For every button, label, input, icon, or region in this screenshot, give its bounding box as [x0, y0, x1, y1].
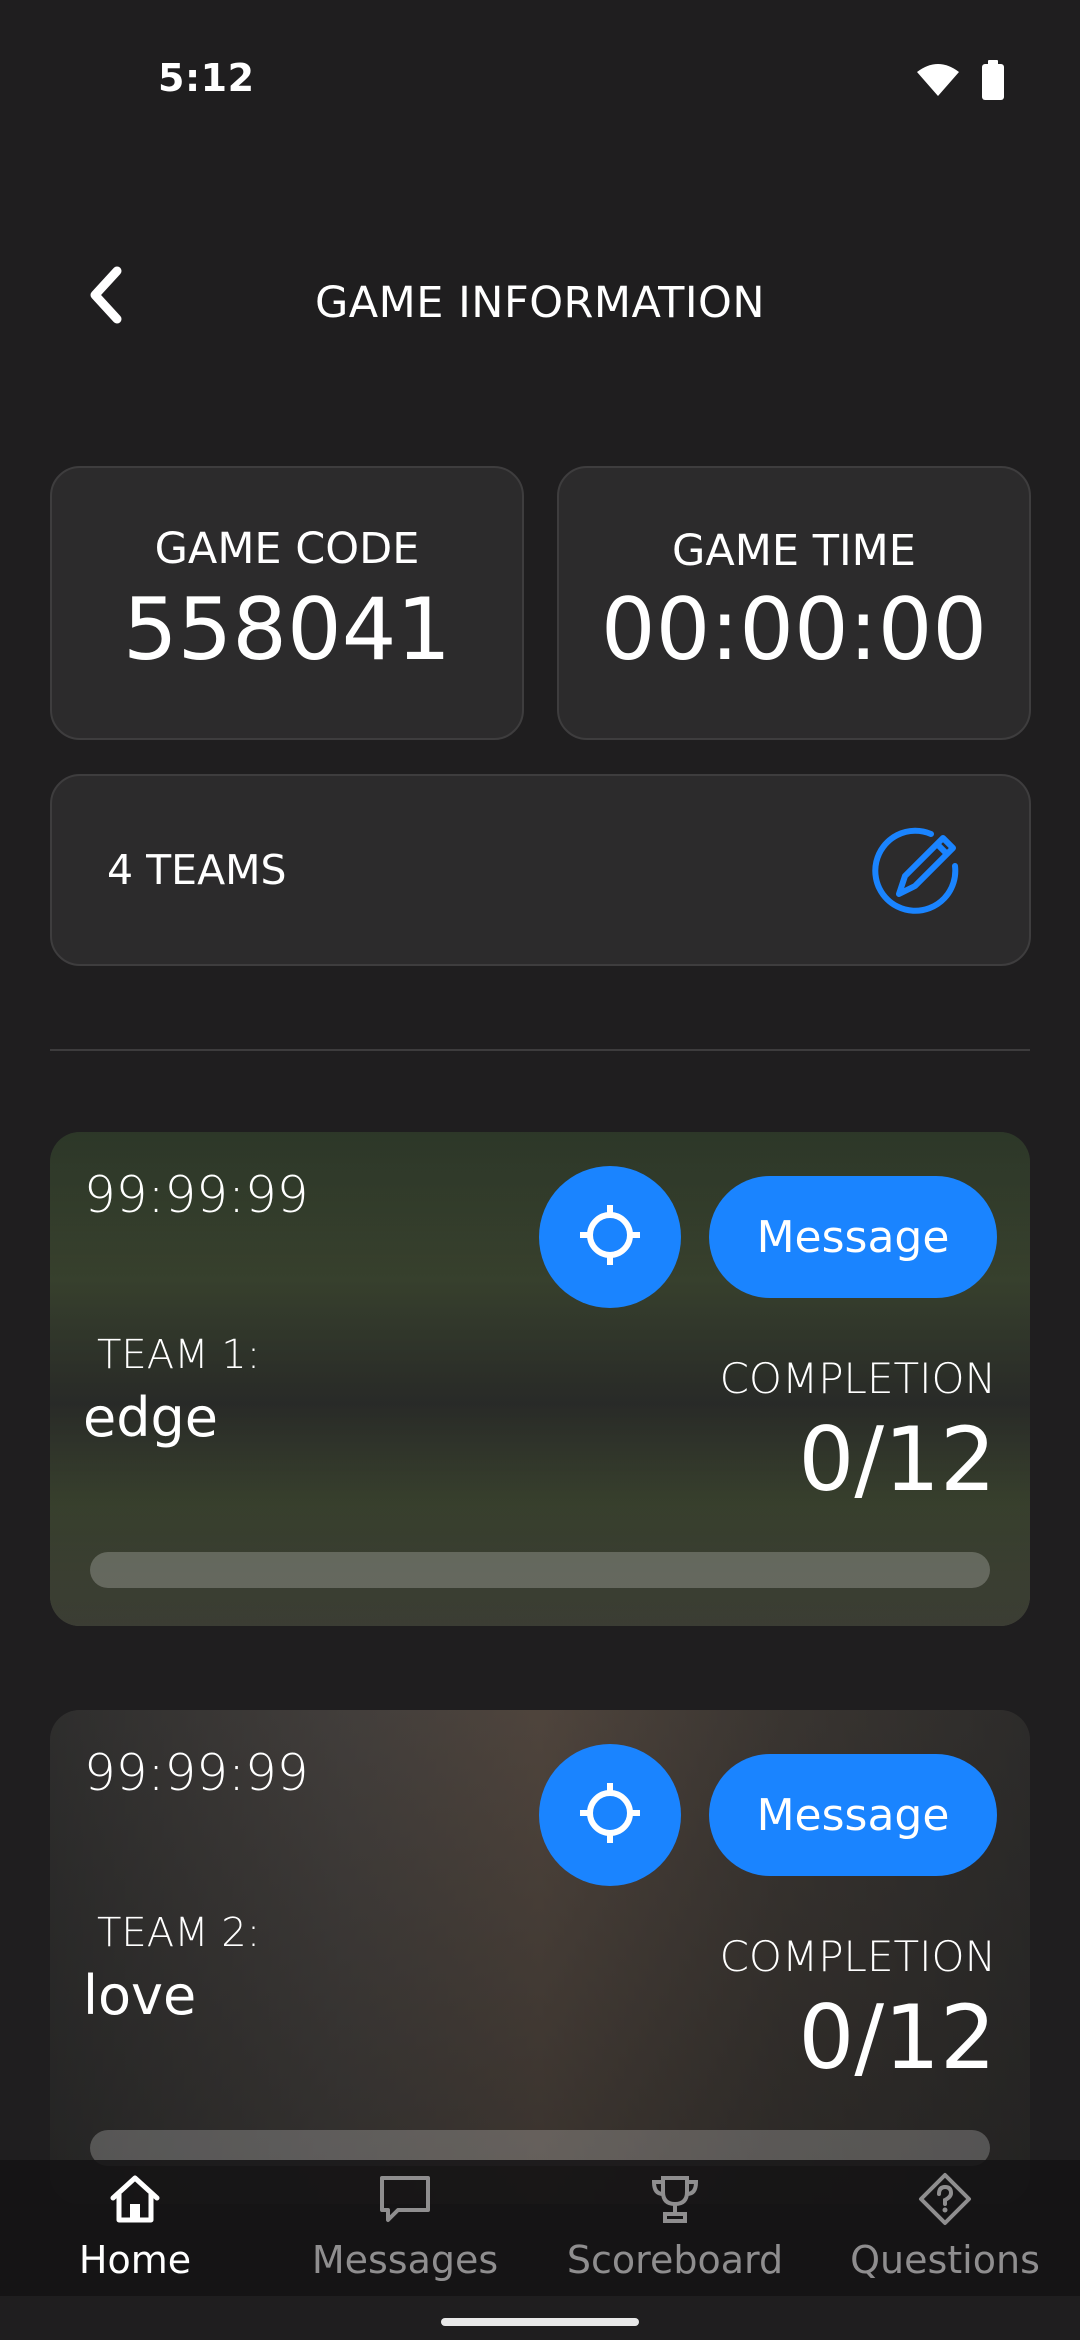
game-code-card: GAME CODE 558041 [50, 466, 524, 740]
team-timer: 99:99:99 [84, 1166, 309, 1224]
page-title: GAME INFORMATION [314, 278, 766, 328]
nav-scoreboard[interactable]: Scoreboard [540, 2160, 810, 2296]
game-code-value: 558041 [122, 580, 452, 680]
teams-summary-card: 4 TEAMS [50, 774, 1031, 966]
teams-count-label: 4 TEAMS [107, 846, 287, 894]
completion-label: COMPLETION [719, 1932, 996, 1981]
home-icon [106, 2170, 164, 2228]
team-name: edge [83, 1386, 218, 1449]
status-bar: 5:12 [0, 0, 1080, 160]
trophy-icon [646, 2170, 704, 2228]
question-diamond-icon [916, 2170, 974, 2228]
team-card[interactable]: 99:99:99 Message TEAM 2: love COMPLETION… [50, 1710, 1030, 2204]
wifi-icon [916, 62, 960, 102]
game-code-label: GAME CODE [154, 524, 420, 574]
nav-label: Questions [850, 2238, 1040, 2282]
message-team-button[interactable]: Message [709, 1176, 997, 1298]
status-icons [916, 60, 1004, 104]
crosshair-icon [578, 1203, 642, 1271]
nav-questions[interactable]: Questions [810, 2160, 1080, 2296]
home-indicator[interactable] [441, 2318, 639, 2326]
battery-icon [982, 60, 1004, 104]
edit-pencil-icon [869, 827, 969, 924]
message-team-button[interactable]: Message [709, 1754, 997, 1876]
nav-home[interactable]: Home [0, 2160, 270, 2296]
locate-team-button[interactable] [539, 1744, 681, 1886]
completion-value: 0/12 [798, 1408, 996, 1511]
nav-label: Scoreboard [566, 2238, 784, 2282]
edit-teams-button[interactable] [869, 820, 969, 920]
team-card[interactable]: 99:99:99 Message TEAM 1: edge COMPLETION… [50, 1132, 1030, 1626]
bottom-nav: Home Messages Scoreboard Questions [0, 2160, 1080, 2296]
section-divider [50, 1049, 1030, 1051]
game-time-label: GAME TIME [672, 526, 916, 576]
nav-label: Home [78, 2238, 192, 2282]
locate-team-button[interactable] [539, 1166, 681, 1308]
team-label: TEAM 2: [97, 1910, 261, 1956]
nav-label: Messages [311, 2238, 499, 2282]
chat-bubble-icon [376, 2170, 434, 2228]
team-name: love [83, 1964, 197, 2027]
team-label: TEAM 1: [97, 1332, 261, 1378]
game-time-value: 00:00:00 [600, 580, 988, 680]
game-time-card: GAME TIME 00:00:00 [557, 466, 1031, 740]
crosshair-icon [578, 1781, 642, 1849]
completion-value: 0/12 [798, 1986, 996, 2089]
team-timer: 99:99:99 [84, 1744, 309, 1802]
nav-messages[interactable]: Messages [270, 2160, 540, 2296]
status-time: 5:12 [158, 56, 255, 100]
progress-bar [90, 1552, 990, 1588]
completion-label: COMPLETION [719, 1354, 996, 1403]
